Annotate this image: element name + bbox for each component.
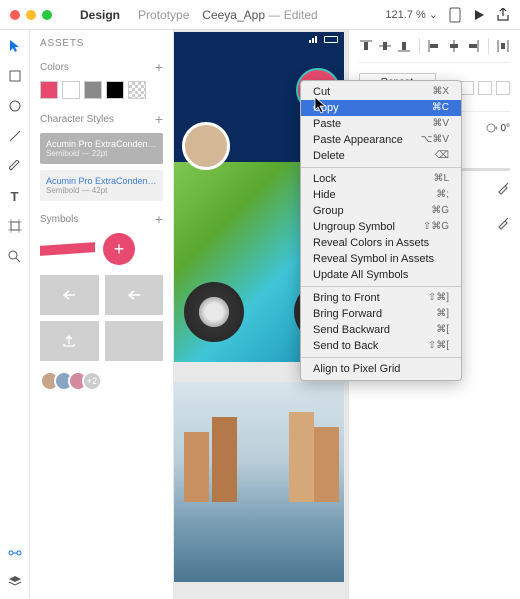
ctx-hide[interactable]: Hide⌘; xyxy=(301,187,461,203)
ctx-cut[interactable]: Cut⌘X xyxy=(301,84,461,100)
titlebar: Design Prototype Ceeya_App — Edited 121.… xyxy=(0,0,520,30)
align-bottom-icon[interactable] xyxy=(398,38,411,54)
ctx-lock[interactable]: Lock⌘L xyxy=(301,171,461,187)
add-color-button[interactable]: + xyxy=(155,59,163,75)
ctx-reveal-symbol[interactable]: Reveal Symbol in Assets xyxy=(301,251,461,267)
layers-icon[interactable] xyxy=(7,573,23,589)
color-swatch[interactable] xyxy=(40,81,58,99)
color-swatch[interactable] xyxy=(106,81,124,99)
line-tool[interactable] xyxy=(7,128,23,144)
zoom-tool[interactable] xyxy=(7,248,23,264)
ctx-delete[interactable]: Delete⌫ xyxy=(301,148,461,164)
context-menu: Cut⌘X Copy⌘C Paste⌘V Paste Appearance⌥⌘V… xyxy=(300,80,462,381)
ctx-paste[interactable]: Paste⌘V xyxy=(301,116,461,132)
symbols-section-label: Symbols xyxy=(40,214,78,225)
play-icon[interactable] xyxy=(472,8,486,22)
ctx-ungroup-symbol[interactable]: Ungroup Symbol⇧⌘G xyxy=(301,219,461,235)
tools-toolbar: T xyxy=(0,30,30,599)
ctx-reveal-colors[interactable]: Reveal Colors in Assets xyxy=(301,235,461,251)
ctx-bring-to-front[interactable]: Bring to Front⇧⌘] xyxy=(301,290,461,306)
top-right-controls: 121.7 % ⌄ xyxy=(385,8,520,22)
ctx-bring-forward[interactable]: Bring Forward⌘] xyxy=(301,306,461,322)
symbol-tile-empty[interactable] xyxy=(105,321,164,361)
zoom-window-button[interactable] xyxy=(42,10,52,20)
align-hcenter-icon[interactable] xyxy=(447,38,460,54)
document-name: Ceeya_App xyxy=(202,8,265,22)
share-icon[interactable] xyxy=(496,8,510,22)
select-tool[interactable] xyxy=(7,38,23,54)
chevron-down-icon: ⌄ xyxy=(429,8,438,21)
minimize-window-button[interactable] xyxy=(26,10,36,20)
rotation-icon xyxy=(485,122,497,134)
align-top-icon[interactable] xyxy=(359,38,372,54)
align-left-icon[interactable] xyxy=(428,38,441,54)
zoom-value: 121.7 % xyxy=(385,9,425,21)
ellipse-tool[interactable] xyxy=(7,98,23,114)
text-tool[interactable]: T xyxy=(7,188,23,204)
document-status: — Edited xyxy=(268,8,317,22)
ctx-group[interactable]: Group⌘G xyxy=(301,203,461,219)
symbol-avatars[interactable]: +2 xyxy=(40,371,163,391)
rectangle-tool[interactable] xyxy=(7,68,23,84)
character-style-item[interactable]: Acumin Pro ExtraConden… Semibold — 42pt xyxy=(40,170,163,201)
ctx-send-backward[interactable]: Send Backward⌘[ xyxy=(301,322,461,338)
colors-section-label: Colors xyxy=(40,62,69,73)
window-controls xyxy=(0,10,52,20)
document-title: Ceeya_App — Edited xyxy=(202,8,317,22)
character-style-item[interactable]: Acumin Pro ExtraConden… Semibold — 22pt xyxy=(40,133,163,164)
close-window-button[interactable] xyxy=(10,10,20,20)
color-swatch[interactable] xyxy=(62,81,80,99)
symbol-tile-back[interactable] xyxy=(105,275,164,315)
mode-tabs: Design Prototype xyxy=(80,8,189,22)
color-swatch-transparent[interactable] xyxy=(128,81,146,99)
char-style-name: Acumin Pro ExtraConden… xyxy=(46,139,157,149)
color-swatch[interactable] xyxy=(84,81,102,99)
ctx-paste-appearance[interactable]: Paste Appearance⌥⌘V xyxy=(301,132,461,148)
add-char-style-button[interactable]: + xyxy=(155,111,163,127)
device-preview-icon[interactable] xyxy=(448,8,462,22)
eyedropper-icon[interactable] xyxy=(496,216,510,230)
rotation-value[interactable]: 0° xyxy=(500,123,510,134)
char-style-meta: Semibold — 42pt xyxy=(46,186,157,195)
assets-title: ASSETS xyxy=(40,38,163,49)
avatar-overflow-count: +2 xyxy=(82,371,102,391)
artboard-tool[interactable] xyxy=(7,218,23,234)
symbol-tile-back[interactable] xyxy=(40,275,99,315)
bool-exclude-icon[interactable] xyxy=(496,81,510,95)
char-style-name: Acumin Pro ExtraConden… xyxy=(46,176,157,186)
bool-intersect-icon[interactable] xyxy=(478,81,492,95)
character-styles-label: Character Styles xyxy=(40,114,114,125)
tab-prototype[interactable]: Prototype xyxy=(138,8,189,22)
symbol-thumbnail[interactable] xyxy=(40,242,95,256)
char-style-meta: Semibold — 22pt xyxy=(46,149,157,158)
eyedropper-icon[interactable] xyxy=(496,181,510,195)
align-right-icon[interactable] xyxy=(466,38,479,54)
assets-panel: ASSETS Colors + Character Styles + Acumi… xyxy=(30,30,174,599)
signal-icon xyxy=(309,35,321,43)
profile-avatar xyxy=(182,122,230,170)
ctx-send-to-back[interactable]: Send to Back⇧⌘[ xyxy=(301,338,461,354)
battery-icon xyxy=(324,36,338,43)
image-canal xyxy=(174,382,344,582)
color-swatches xyxy=(40,81,163,99)
pen-tool[interactable] xyxy=(7,158,23,174)
bool-subtract-icon[interactable] xyxy=(460,81,474,95)
align-controls xyxy=(359,38,510,63)
ctx-align-pixel-grid[interactable]: Align to Pixel Grid xyxy=(301,361,461,377)
zoom-control[interactable]: 121.7 % ⌄ xyxy=(385,8,438,21)
ctx-update-symbols[interactable]: Update All Symbols xyxy=(301,267,461,283)
tab-design[interactable]: Design xyxy=(80,8,120,22)
align-vcenter-icon[interactable] xyxy=(378,38,391,54)
symbol-tile-upload[interactable] xyxy=(40,321,99,361)
add-symbol-button[interactable]: + xyxy=(155,211,163,227)
ctx-copy[interactable]: Copy⌘C xyxy=(301,100,461,116)
symbol-add-button[interactable]: + xyxy=(103,233,135,265)
distribute-icon[interactable] xyxy=(497,38,510,54)
plugins-icon[interactable] xyxy=(7,545,23,561)
